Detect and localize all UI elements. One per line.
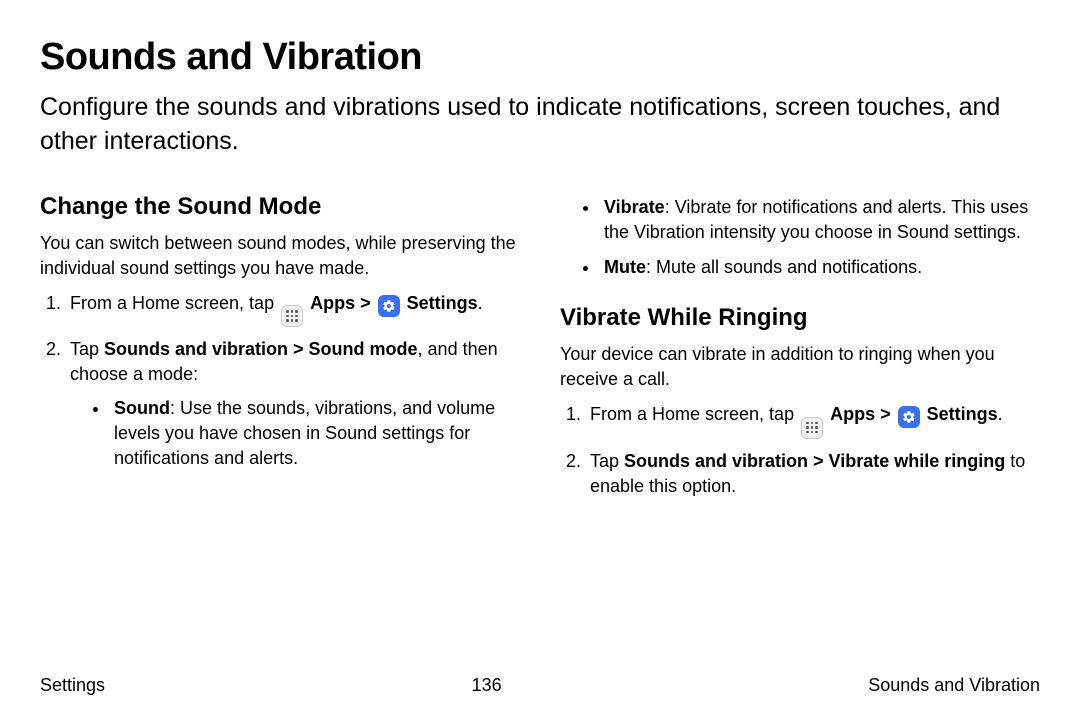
- sound-bold: Sound: [114, 398, 170, 418]
- footer-left: Settings: [40, 675, 105, 696]
- option-mute: Mute: Mute all sounds and notifications.: [600, 255, 1040, 280]
- step-2: Tap Sounds and vibration > Sound mode, a…: [66, 337, 520, 471]
- intro-text: Configure the sounds and vibrations used…: [40, 91, 1020, 159]
- change-sound-mode-heading: Change the Sound Mode: [40, 193, 520, 221]
- settings-icon: [378, 295, 400, 317]
- mute-desc: : Mute all sounds and notifications.: [646, 257, 922, 277]
- vwr-step1-prefix: From a Home screen, tap: [590, 404, 799, 424]
- chevron-1: >: [360, 293, 376, 313]
- apps-icon: [801, 417, 823, 439]
- step1-prefix: From a Home screen, tap: [70, 293, 279, 313]
- right-column: Vibrate: Vibrate for notifications and a…: [560, 189, 1040, 510]
- apps-icon: [281, 305, 303, 327]
- step-1: From a Home screen, tap Apps > Settings.: [66, 291, 520, 327]
- page-footer: Settings 136 Sounds and Vibration: [40, 675, 1040, 696]
- vwr-step-2: Tap Sounds and vibration > Vibrate while…: [586, 449, 1040, 499]
- sound-mode-options-cont: Vibrate: Vibrate for notifications and a…: [560, 195, 1040, 281]
- vwr-step2-prefix: Tap: [590, 451, 624, 471]
- settings-icon: [898, 406, 920, 428]
- step2-bold: Sounds and vibration > Sound mode: [104, 339, 418, 359]
- period-2: .: [998, 404, 1003, 424]
- period-1: .: [478, 293, 483, 313]
- vibrate-while-ringing-desc: Your device can vibrate in addition to r…: [560, 342, 1040, 392]
- vibrate-while-ringing-heading: Vibrate While Ringing: [560, 304, 1040, 332]
- vwr-step2-bold: Sounds and vibration > Vibrate while rin…: [624, 451, 1005, 471]
- option-sound: Sound: Use the sounds, vibrations, and v…: [110, 396, 520, 472]
- footer-page-number: 136: [472, 675, 502, 696]
- sound-desc: : Use the sounds, vibrations, and volume…: [114, 398, 495, 468]
- change-sound-mode-steps: From a Home screen, tap Apps > Settings.…: [40, 291, 520, 471]
- sound-mode-options: Sound: Use the sounds, vibrations, and v…: [70, 396, 520, 472]
- option-vibrate: Vibrate: Vibrate for notifications and a…: [600, 195, 1040, 245]
- vibrate-desc: : Vibrate for notifications and alerts. …: [604, 197, 1028, 242]
- mute-bold: Mute: [604, 257, 646, 277]
- content-columns: Change the Sound Mode You can switch bet…: [40, 189, 1040, 510]
- settings-label: Settings: [407, 293, 478, 313]
- vibrate-while-ringing-steps: From a Home screen, tap Apps > Settings.…: [560, 402, 1040, 499]
- page-title: Sounds and Vibration: [40, 36, 1040, 79]
- chevron-2: >: [880, 404, 896, 424]
- vibrate-bold: Vibrate: [604, 197, 665, 217]
- settings-label-2: Settings: [927, 404, 998, 424]
- step2-prefix: Tap: [70, 339, 104, 359]
- change-sound-mode-desc: You can switch between sound modes, whil…: [40, 231, 520, 281]
- vwr-step-1: From a Home screen, tap Apps > Settings.: [586, 402, 1040, 438]
- apps-label: Apps: [310, 293, 355, 313]
- footer-right: Sounds and Vibration: [868, 675, 1040, 696]
- apps-label-2: Apps: [830, 404, 875, 424]
- left-column: Change the Sound Mode You can switch bet…: [40, 189, 520, 510]
